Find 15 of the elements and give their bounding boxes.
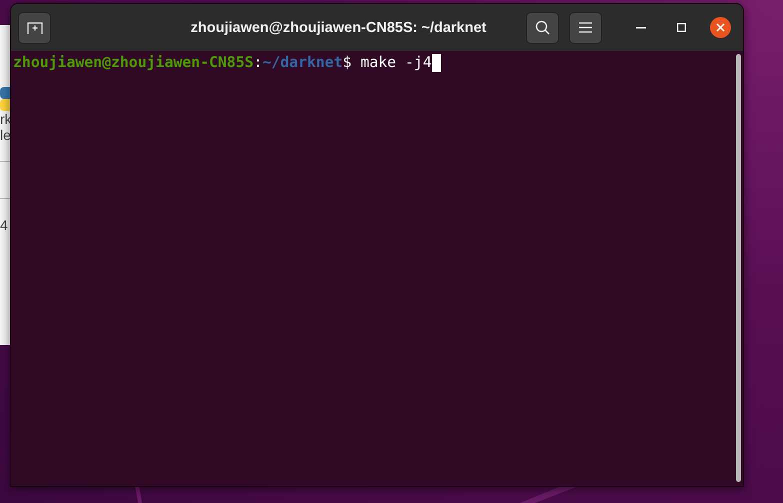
- close-icon: [716, 23, 725, 32]
- search-icon: [535, 20, 550, 35]
- menu-button[interactable]: [569, 12, 602, 44]
- window-text: 4: [0, 217, 9, 233]
- search-button[interactable]: [526, 12, 559, 44]
- scrollbar[interactable]: [736, 54, 741, 482]
- window-text: le: [0, 127, 12, 143]
- command-line: zhoujiawen@zhoujiawen-CN85S:~/darknet$ make -j4: [13, 54, 733, 72]
- close-button[interactable]: [710, 17, 731, 38]
- window-title: zhoujiawen@zhoujiawen-CN85S: ~/darknet: [190, 20, 488, 36]
- maximize-icon: [676, 23, 686, 32]
- new-tab-button[interactable]: [18, 12, 51, 44]
- new-tab-icon: [26, 22, 42, 34]
- menu-icon: [579, 22, 592, 33]
- minimize-icon: [636, 26, 646, 28]
